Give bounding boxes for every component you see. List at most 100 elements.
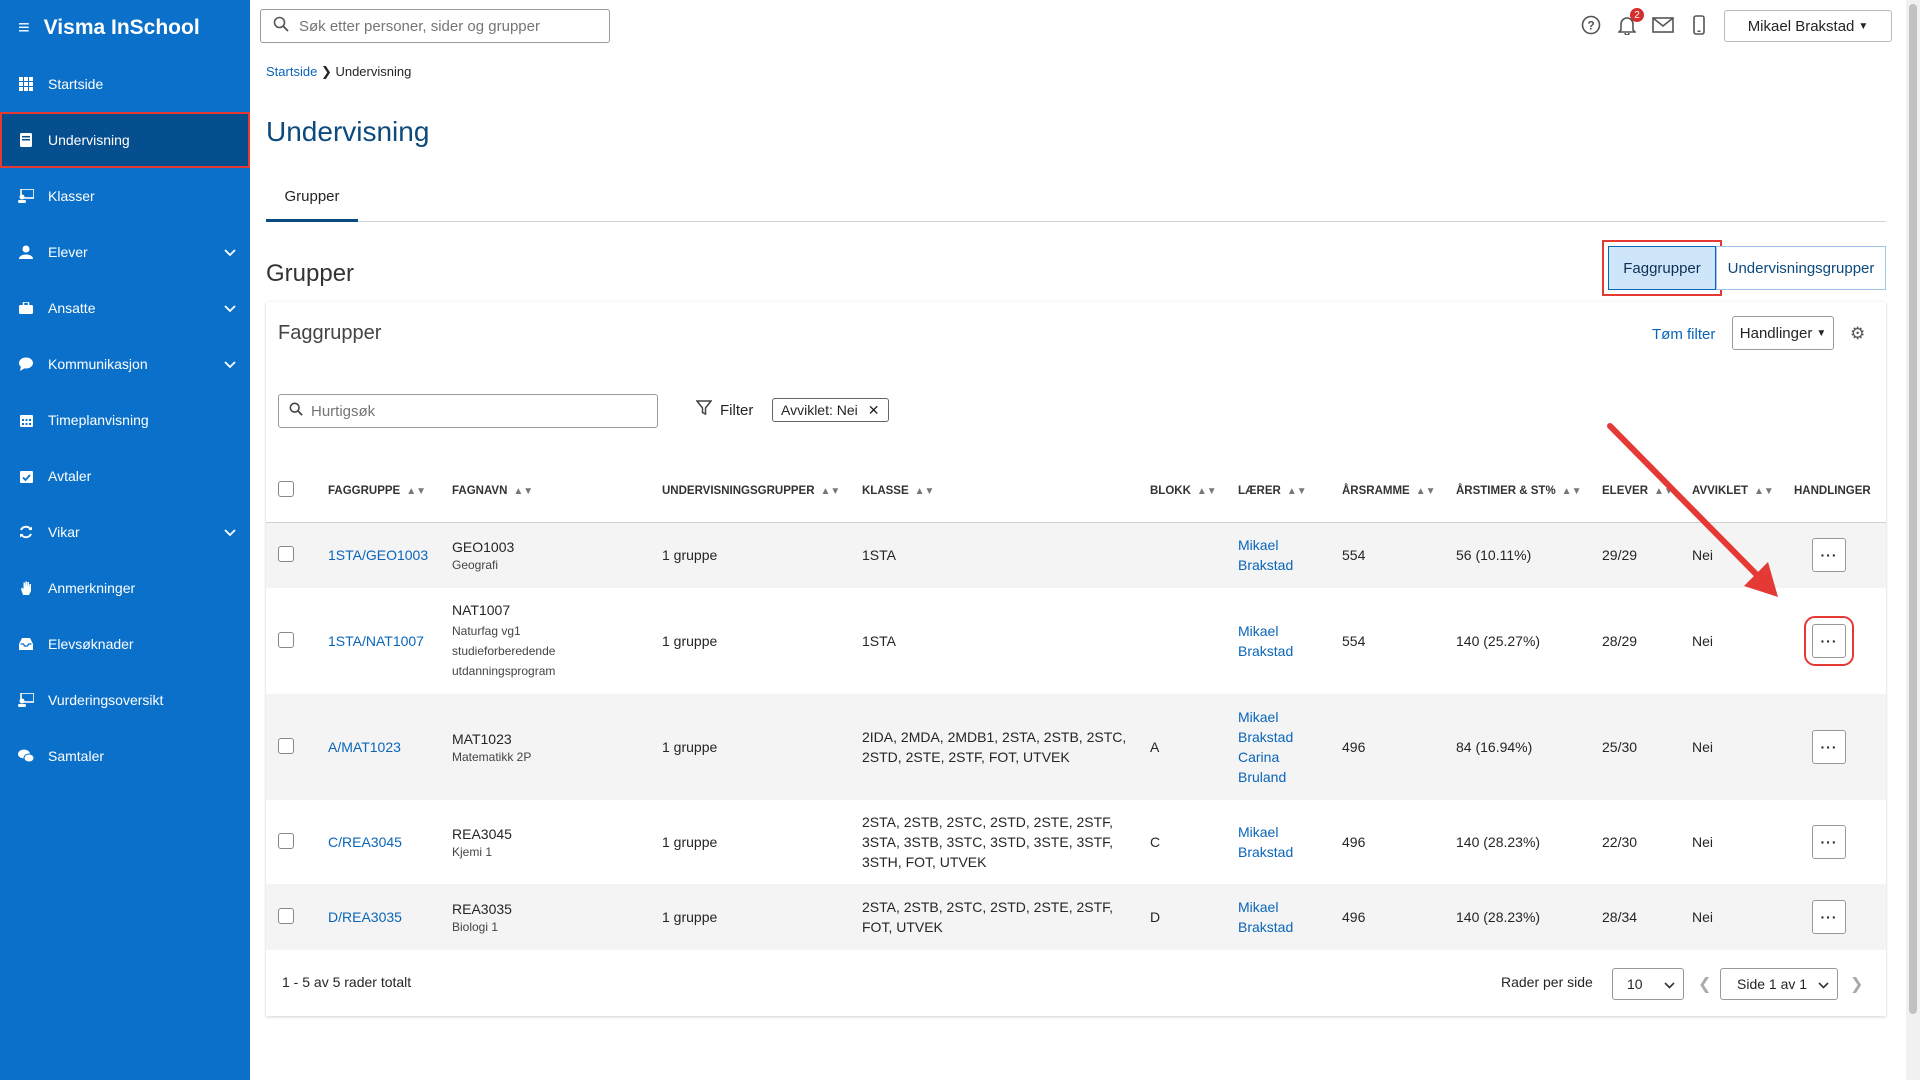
filter-button[interactable]: Filter bbox=[695, 400, 753, 420]
header-arstimer[interactable]: ÅRSTIMER & ST% ▲▼ bbox=[1448, 460, 1594, 523]
page-select[interactable]: Side 1 av 1 bbox=[1720, 968, 1838, 1000]
close-icon[interactable]: ✕ bbox=[868, 402, 880, 419]
sidebar-item-klasser[interactable]: Klasser bbox=[0, 168, 250, 224]
search-input[interactable] bbox=[299, 17, 599, 35]
klasse-cell: 1STA bbox=[854, 522, 1142, 588]
clear-filter-link[interactable]: Tøm filter bbox=[1652, 326, 1715, 343]
user-menu-button[interactable]: Mikael Brakstad ▼ bbox=[1724, 10, 1892, 42]
gear-icon[interactable]: ⚙ bbox=[1850, 324, 1865, 344]
sidebar-item-kommunikasjon[interactable]: Kommunikasjon bbox=[0, 336, 250, 392]
header-elever[interactable]: ELEVER ▲▼ bbox=[1594, 460, 1684, 523]
row-checkbox[interactable] bbox=[278, 737, 294, 754]
header-faggruppe[interactable]: FAGGRUPPE ▲▼ bbox=[320, 460, 444, 523]
global-search[interactable] bbox=[260, 9, 610, 43]
sidebar-item-undervisning[interactable]: Undervisning bbox=[0, 112, 250, 168]
mobile-icon[interactable] bbox=[1688, 14, 1710, 36]
chevron-down-icon[interactable] bbox=[224, 300, 236, 316]
undervisningsgrupper-toggle-button[interactable]: Undervisningsgrupper bbox=[1716, 246, 1886, 290]
arsramme-cell: 496 bbox=[1334, 884, 1448, 950]
top-icons: ? 2 bbox=[1580, 8, 1710, 36]
header-laerer[interactable]: LÆRER ▲▼ bbox=[1230, 460, 1334, 523]
avviklet-cell: Nei bbox=[1684, 884, 1786, 950]
teacher-link[interactable]: Mikael bbox=[1238, 537, 1278, 553]
row-select-cell bbox=[266, 884, 320, 950]
sidebar-item-label: Undervisning bbox=[48, 132, 130, 148]
teacher-link[interactable]: Brakstad bbox=[1238, 844, 1293, 860]
sidebar-item-startside[interactable]: Startside bbox=[0, 56, 250, 112]
header-klasse[interactable]: KLASSE ▲▼ bbox=[854, 460, 1142, 523]
chevron-down-icon[interactable] bbox=[224, 524, 236, 540]
chevron-left-icon[interactable]: ❮ bbox=[1698, 974, 1711, 994]
actions-cell: ··· bbox=[1786, 588, 1886, 694]
sidebar-item-elever[interactable]: Elever bbox=[0, 224, 250, 280]
sidebar-item-elevsoknader[interactable]: Elevsøknader bbox=[0, 616, 250, 672]
hamburger-icon[interactable]: ≡ bbox=[18, 17, 30, 40]
sidebar-item-ansatte[interactable]: Ansatte bbox=[0, 280, 250, 336]
help-icon[interactable]: ? bbox=[1580, 14, 1602, 36]
teacher-link[interactable]: Brakstad bbox=[1238, 557, 1293, 573]
scrollbar-thumb[interactable] bbox=[1909, 4, 1917, 1014]
teacher-link[interactable]: Brakstad bbox=[1238, 729, 1293, 745]
row-checkbox[interactable] bbox=[278, 545, 294, 562]
teacher-link[interactable]: Mikael bbox=[1238, 899, 1278, 915]
teacher-link[interactable]: Mikael bbox=[1238, 709, 1278, 725]
faggruppe-link[interactable]: 1STA/GEO1003 bbox=[320, 522, 444, 588]
mail-icon[interactable] bbox=[1652, 14, 1674, 36]
page-scrollbar[interactable] bbox=[1906, 0, 1920, 1080]
sidebar-item-timeplanvisning[interactable]: Timeplanvisning bbox=[0, 392, 250, 448]
row-count-text: 1 - 5 av 5 rader totalt bbox=[282, 974, 412, 990]
row-actions-button[interactable]: ··· bbox=[1804, 616, 1854, 666]
sidebar-item-label: Startside bbox=[48, 76, 104, 92]
teacher-cell: Mikael Brakstad bbox=[1230, 800, 1334, 884]
actions-dropdown-button[interactable]: Handlinger ▼ bbox=[1732, 316, 1834, 350]
chevron-down-icon[interactable] bbox=[224, 356, 236, 372]
header-undervisningsgrupper[interactable]: UNDERVISNINGSGRUPPER ▲▼ bbox=[654, 460, 854, 523]
faggruppe-link[interactable]: D/REA3035 bbox=[320, 884, 444, 950]
teacher-link[interactable]: Carina bbox=[1238, 749, 1279, 765]
sidebar-item-vikar[interactable]: Vikar bbox=[0, 504, 250, 560]
sidebar-item-avtaler[interactable]: Avtaler bbox=[0, 448, 250, 504]
row-actions-button[interactable]: ··· bbox=[1812, 900, 1846, 934]
notification-bell-icon[interactable]: 2 bbox=[1616, 8, 1644, 36]
faggruppe-link[interactable]: 1STA/NAT1007 bbox=[320, 588, 444, 694]
quick-search[interactable] bbox=[278, 394, 658, 428]
teacher-link[interactable]: Mikael bbox=[1238, 623, 1278, 639]
teacher-link[interactable]: Brakstad bbox=[1238, 643, 1293, 659]
chevron-right-icon[interactable]: ❯ bbox=[1850, 974, 1863, 994]
teacher-link[interactable]: Mikael bbox=[1238, 824, 1278, 840]
header-fagnavn[interactable]: FAGNAVN ▲▼ bbox=[444, 460, 654, 523]
rows-per-page-select[interactable]: 10 bbox=[1612, 968, 1684, 1000]
sort-icon: ▲▼ bbox=[1654, 485, 1674, 497]
select-all-checkbox[interactable] bbox=[278, 481, 294, 498]
teacher-link[interactable]: Brakstad bbox=[1238, 919, 1293, 935]
sidebar-item-samtaler[interactable]: Samtaler bbox=[0, 728, 250, 784]
row-actions-button[interactable]: ··· bbox=[1812, 825, 1846, 859]
faggrupper-toggle-button[interactable]: Faggrupper bbox=[1602, 240, 1722, 296]
faggruppe-link[interactable]: C/REA3045 bbox=[320, 800, 444, 884]
avviklet-cell: Nei bbox=[1692, 834, 1714, 850]
avviklet-cell: Nei bbox=[1684, 694, 1786, 800]
sidebar-item-vurderingsoversikt[interactable]: Vurderingsoversikt bbox=[0, 672, 250, 728]
header-arsramme[interactable]: ÅRSRAMME ▲▼ bbox=[1334, 460, 1448, 523]
row-checkbox[interactable] bbox=[278, 907, 294, 924]
row-actions-button[interactable]: ··· bbox=[1812, 538, 1846, 573]
header-blokk[interactable]: BLOKK ▲▼ bbox=[1142, 460, 1230, 523]
brand[interactable]: ≡ Visma InSchool bbox=[0, 0, 250, 56]
faggruppe-link[interactable]: A/MAT1023 bbox=[320, 694, 444, 800]
row-checkbox[interactable] bbox=[278, 631, 294, 648]
sort-icon: ▲▼ bbox=[1561, 485, 1582, 497]
user-name: Mikael Brakstad bbox=[1747, 17, 1855, 35]
breadcrumb-home-link[interactable]: Startside bbox=[266, 64, 317, 79]
row-actions-button[interactable]: ··· bbox=[1812, 730, 1846, 764]
sidebar-item-label: Elevsøknader bbox=[48, 636, 134, 652]
sidebar-item-anmerkninger[interactable]: Anmerkninger bbox=[0, 560, 250, 616]
chevron-down-icon[interactable] bbox=[224, 244, 236, 260]
svg-text:?: ? bbox=[1587, 19, 1594, 33]
row-checkbox[interactable] bbox=[278, 832, 294, 849]
subject-name: Biologi 1 bbox=[452, 919, 499, 934]
quick-search-input[interactable] bbox=[311, 402, 651, 420]
header-avviklet[interactable]: AVVIKLET ▲▼ bbox=[1684, 460, 1786, 523]
tab-grupper[interactable]: Grupper bbox=[266, 182, 358, 222]
teacher-link[interactable]: Bruland bbox=[1238, 769, 1286, 785]
student-icon bbox=[18, 244, 34, 260]
